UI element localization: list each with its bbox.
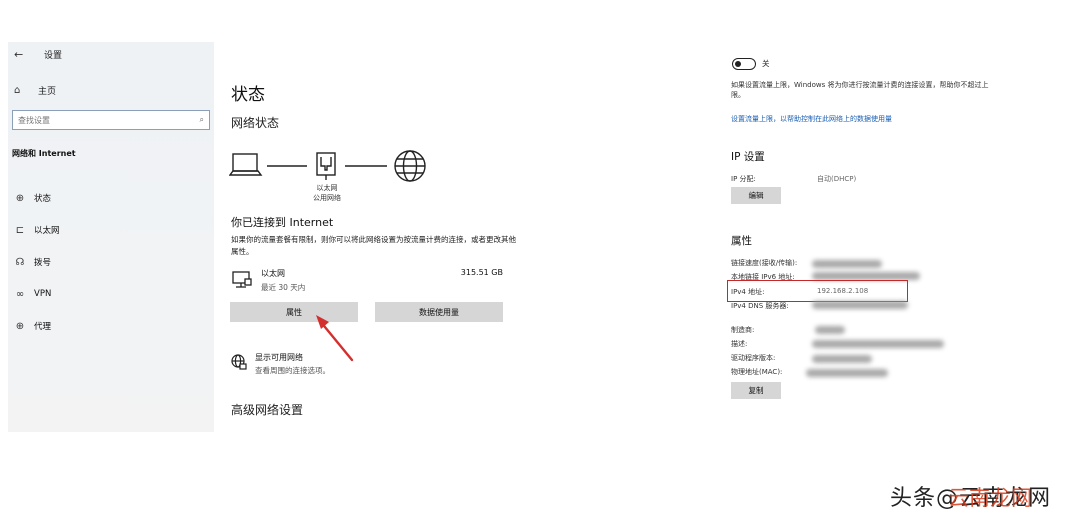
toggle-knob [735, 60, 741, 67]
vpn-icon: ∞ [15, 288, 25, 300]
data-usage-button[interactable]: 数据使用量 [375, 302, 503, 322]
ip-assign-value: 自动(DHCP) [817, 175, 857, 183]
edit-button[interactable]: 编辑 [731, 187, 781, 204]
redacted-value [815, 326, 845, 334]
section-title: 网络和 Internet [12, 149, 76, 158]
desktop-monitor-icon [232, 271, 252, 288]
watermark-overlay: 云南龙网 [948, 486, 1032, 510]
redacted-value [812, 272, 920, 280]
data-limit-description: 如果设置流量上限，Windows 将为你进行按流量计费的连接设置，帮助你不超过上… [731, 81, 989, 99]
settings-title: 设置 [44, 51, 63, 61]
ethernet-usage: 315.51 GB [460, 268, 503, 277]
redacted-value [812, 301, 908, 309]
driver-version-label: 驱动程序版本: [731, 354, 776, 362]
ethernet-connection-row[interactable]: 以太网 最近 30 天内 315.51 GB [231, 268, 503, 296]
ip-assign-label: IP 分配: [731, 175, 756, 183]
ethernet-icon: ⊏ [15, 224, 25, 236]
laptop-icon [228, 153, 263, 176]
sidebar-item-label: 代理 [34, 322, 52, 332]
network-status-heading: 网络状态 [231, 116, 280, 130]
proxy-icon: ⊕ [15, 320, 25, 332]
show-available-networks[interactable]: 显示可用网络 查看周围的连接选项。 [231, 352, 431, 380]
dns-label: IPv4 DNS 服务器: [731, 302, 789, 310]
ipv4-label: IPv4 地址: [731, 288, 765, 296]
redacted-value [806, 369, 888, 377]
page-title: 状态 [231, 85, 265, 105]
redacted-value [812, 260, 882, 268]
copy-button[interactable]: 复制 [731, 382, 781, 399]
status-icon: ⊕ [15, 192, 25, 204]
sidebar-item-ethernet[interactable]: ⊏ 以太网 [12, 214, 212, 246]
search-icon[interactable]: ⌕ [200, 115, 204, 125]
sidebar-header: ← 设置 [14, 48, 62, 61]
settings-sidebar: ← 设置 ⌂ 主页 ⌕ 网络和 Internet ⊕ 状态 ⊏ 以太网 ☊ 拨号… [8, 42, 214, 432]
diagram-label: 以太网 公用网络 [309, 183, 345, 203]
description-label: 描述: [731, 340, 748, 348]
data-limit-link[interactable]: 设置流量上限，以帮助控制在此网络上的数据使用量 [731, 114, 892, 124]
sidebar-nav: ⊕ 状态 ⊏ 以太网 ☊ 拨号 ∞ VPN ⊕ 代理 [12, 182, 212, 342]
show-available-desc: 查看周围的连接选项。 [255, 366, 330, 375]
diagram-label-ethernet: 以太网 [316, 184, 338, 192]
link-speed-label: 链接速度(接收/传输): [731, 259, 798, 267]
globe-icon [394, 150, 426, 182]
ipv4-value: 192.168.2.108 [817, 287, 869, 295]
sidebar-item-label: 主页 [38, 87, 57, 97]
toggle-state-label: 关 [762, 59, 770, 68]
show-available-title: 显示可用网络 [255, 353, 303, 362]
network-diagram: 以太网 公用网络 [228, 146, 439, 210]
globe-network-icon [231, 354, 247, 370]
sidebar-item-label: VPN [34, 289, 52, 299]
home-icon: ⌂ [14, 85, 21, 96]
dialup-icon: ☊ [15, 256, 25, 268]
mac-label: 物理地址(MAC): [731, 368, 783, 376]
ethernet-jack-icon [316, 152, 336, 180]
sidebar-item-proxy[interactable]: ⊕ 代理 [12, 310, 212, 342]
back-arrow-icon[interactable]: ← [14, 48, 28, 61]
redacted-value [812, 340, 944, 348]
properties-heading: 属性 [731, 235, 752, 247]
sidebar-item-label: 拨号 [34, 258, 52, 268]
sidebar-item-vpn[interactable]: ∞ VPN [12, 278, 212, 310]
redacted-value [812, 355, 872, 363]
ethernet-name: 以太网 [261, 269, 285, 278]
connected-title: 你已连接到 Internet [231, 216, 334, 229]
diagram-label-public: 公用网络 [313, 194, 341, 202]
search-input[interactable] [18, 115, 200, 125]
search-box[interactable]: ⌕ [12, 110, 210, 130]
sidebar-item-status[interactable]: ⊕ 状态 [12, 182, 212, 214]
manufacturer-label: 制造商: [731, 326, 755, 334]
advanced-settings-heading: 高级网络设置 [231, 403, 304, 417]
sidebar-item-home[interactable]: ⌂ 主页 [14, 84, 56, 97]
metered-toggle[interactable] [732, 58, 756, 70]
sidebar-item-label: 状态 [34, 194, 52, 204]
ethernet-period: 最近 30 天内 [261, 283, 306, 292]
sidebar-item-dialup[interactable]: ☊ 拨号 [12, 246, 212, 278]
ip-settings-heading: IP 设置 [731, 151, 765, 163]
sidebar-item-label: 以太网 [34, 226, 60, 236]
connected-description: 如果你的流量套餐有限制，则你可以将此网络设置为按流量计费的连接，或者更改其他属性… [231, 235, 516, 256]
